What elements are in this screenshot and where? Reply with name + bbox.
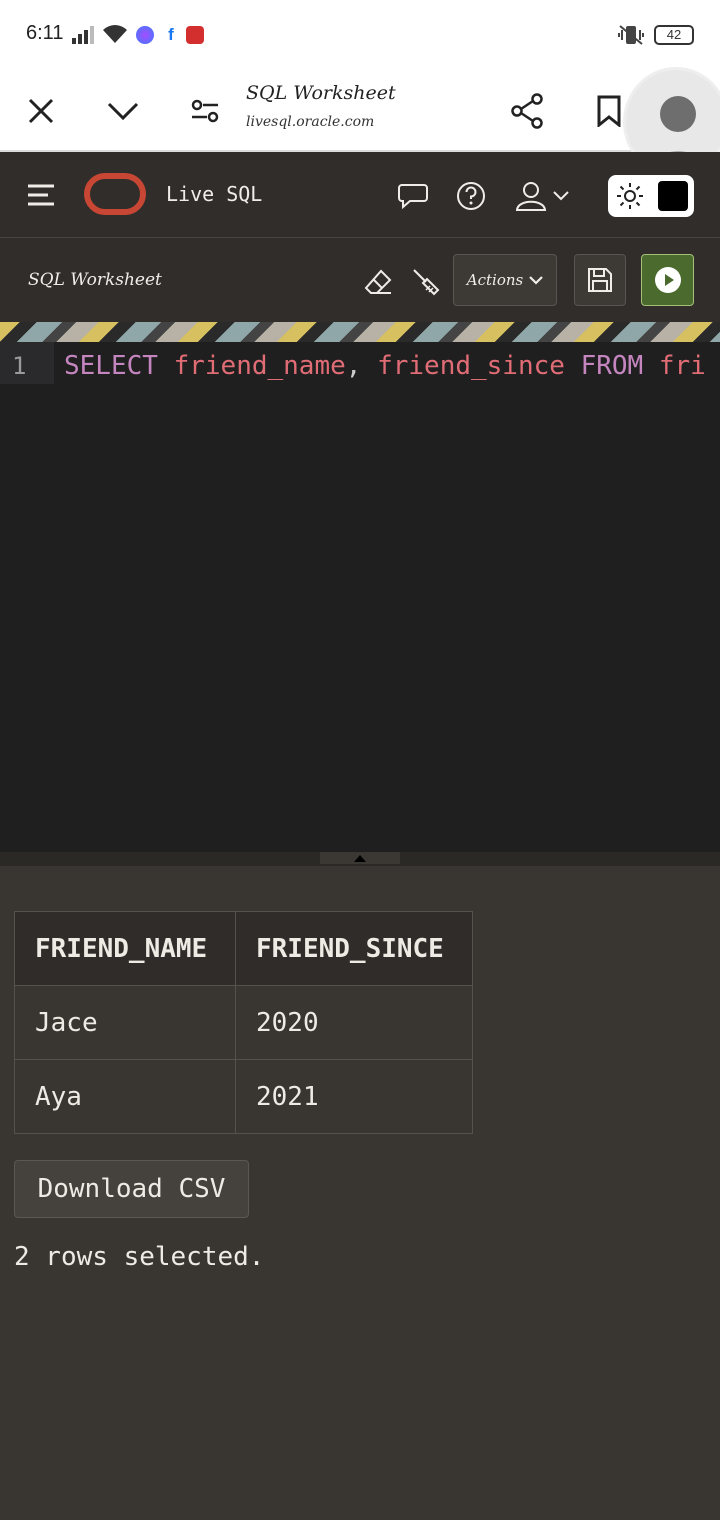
share-icon: [511, 93, 543, 129]
play-icon: [654, 267, 681, 293]
code-punctuation: ,: [345, 351, 362, 381]
help-icon: [457, 182, 485, 210]
app-header: Live SQL: [0, 152, 720, 238]
column-header: FRIEND_NAME: [14, 911, 236, 986]
code-identifier: fri: [643, 351, 706, 381]
results-table: FRIEND_NAME FRIEND_SINCE Jace 2020 Aya 2…: [14, 911, 473, 1134]
share-button[interactable]: [502, 86, 552, 136]
wifi-icon: [103, 25, 127, 43]
dark-mode-option[interactable]: [658, 181, 688, 211]
close-icon: [28, 98, 54, 124]
splitter-handle[interactable]: [320, 852, 400, 864]
format-button[interactable]: [406, 262, 446, 302]
worksheet-title: SQL Worksheet: [28, 270, 162, 290]
bookmark-icon: [597, 95, 621, 127]
menu-button[interactable]: [26, 180, 58, 210]
facebook-icon: f: [162, 26, 180, 44]
user-icon: [515, 182, 547, 211]
clear-button[interactable]: [358, 262, 398, 302]
code-identifier: friend_name: [157, 351, 346, 381]
code-identifier: friend_since: [361, 351, 565, 381]
app-notification-icon: [186, 26, 204, 44]
oracle-logo[interactable]: [84, 173, 146, 215]
chevron-down-icon: [107, 102, 139, 121]
chevron-down-icon: [553, 191, 569, 201]
sql-editor[interactable]: 1 SELECT friend_name, friend_since FROM …: [0, 342, 720, 852]
status-bar: 6:11 f 42: [0, 0, 720, 70]
close-tab-button[interactable]: [16, 86, 66, 136]
vibrate-icon: [618, 25, 644, 45]
page-title: SQL Worksheet: [246, 82, 396, 104]
table-row: Jace 2020: [14, 985, 473, 1060]
chevron-down-icon: [529, 275, 543, 285]
minimize-button[interactable]: [98, 86, 148, 136]
pane-splitter[interactable]: [0, 852, 720, 866]
chat-bubble-icon: [398, 184, 428, 209]
page-url: livesql.oracle.com: [246, 114, 375, 130]
help-button[interactable]: [451, 176, 491, 216]
results-panel: FRIEND_NAME FRIEND_SINCE Jace 2020 Aya 2…: [0, 866, 720, 1520]
row-count-status: 2 rows selected.: [14, 1242, 265, 1272]
decorative-banner: [0, 322, 720, 342]
tune-icon: [191, 99, 219, 123]
caret-up-icon: [354, 854, 366, 862]
code-keyword: SELECT: [64, 351, 158, 381]
feedback-button[interactable]: [393, 176, 433, 216]
signal-icon: [72, 26, 94, 44]
worksheet-toolbar: SQL Worksheet Actions: [0, 238, 720, 322]
status-time: 6:11: [26, 22, 64, 44]
actions-label: Actions: [466, 271, 524, 289]
line-number: 1: [0, 342, 54, 384]
table-cell: Jace: [14, 985, 236, 1060]
app-title: Live SQL: [166, 182, 263, 206]
table-header-row: FRIEND_NAME FRIEND_SINCE: [14, 911, 473, 986]
hamburger-icon: [28, 184, 54, 206]
table-cell: Aya: [14, 1059, 236, 1134]
eraser-icon: [364, 269, 392, 294]
browser-toolbar: SQL Worksheet livesql.oracle.com: [0, 70, 720, 174]
user-menu-button[interactable]: [510, 176, 574, 216]
sun-icon: [617, 183, 643, 209]
theme-toggle[interactable]: [608, 175, 694, 217]
table-cell: 2020: [235, 985, 473, 1060]
save-button[interactable]: [574, 254, 626, 306]
run-button[interactable]: [641, 254, 694, 306]
site-settings-button[interactable]: [180, 86, 230, 136]
battery-indicator: 42: [654, 25, 694, 45]
messenger-icon: [136, 26, 154, 44]
broom-icon: [413, 269, 440, 296]
column-header: FRIEND_SINCE: [235, 911, 473, 986]
actions-dropdown[interactable]: Actions: [453, 254, 557, 306]
table-row: Aya 2021: [14, 1059, 473, 1134]
code-keyword: FROM: [564, 351, 644, 381]
code-line[interactable]: SELECT friend_name, friend_since FROM fr…: [64, 342, 720, 390]
floppy-disk-icon: [588, 268, 612, 292]
download-csv-button[interactable]: Download CSV: [14, 1160, 249, 1218]
table-cell: 2021: [235, 1059, 473, 1134]
